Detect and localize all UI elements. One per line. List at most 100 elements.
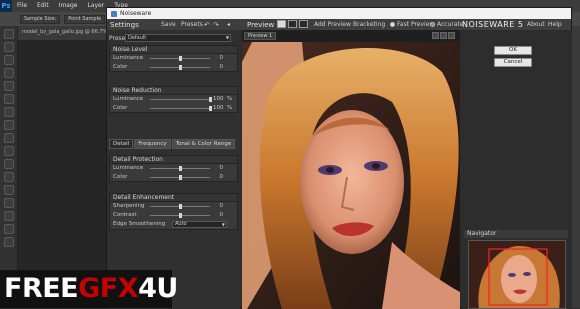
slider-value[interactable]: 100 [213, 105, 224, 111]
split-view-icon[interactable] [288, 20, 297, 28]
help-link[interactable]: Help [548, 21, 562, 28]
eraser-tool-icon[interactable] [4, 159, 14, 169]
preset-row: Preset Default ▼ [109, 34, 238, 42]
undo-icon[interactable]: ↶ [204, 21, 210, 29]
single-view-icon[interactable] [277, 20, 286, 28]
noiseware-header: Settings Save Presets ↶ ↷ ◂ Preview Add … [107, 19, 571, 30]
maximize-icon[interactable] [440, 32, 447, 39]
slider-label: Color [113, 105, 128, 111]
quick-select-tool-icon[interactable] [4, 68, 14, 78]
slider-value[interactable]: 0 [213, 165, 224, 171]
document-tab[interactable]: model_by_gala_gallo.jpg @ 66.7% (R [22, 29, 114, 35]
slider-track[interactable] [150, 106, 212, 111]
ok-button[interactable]: OK [494, 46, 532, 55]
slider-value[interactable]: 0 [213, 174, 224, 180]
slider-label: Color [113, 64, 128, 70]
tab-detail[interactable]: Detail [109, 139, 134, 149]
contrast-row: Contrast 0 [110, 211, 237, 220]
edge-smoothening-value: Auto [175, 221, 187, 227]
path-select-tool-icon[interactable] [4, 237, 14, 247]
slider-track[interactable] [150, 204, 210, 209]
sample-size-select[interactable]: Point Sample [64, 14, 106, 24]
minimize-icon[interactable] [432, 32, 439, 39]
close-icon[interactable] [448, 32, 455, 39]
redo-icon[interactable]: ↷ [213, 21, 219, 29]
photoshop-canvas [18, 40, 106, 276]
navigator-title: Navigator [464, 230, 568, 238]
marquee-tool-icon[interactable] [4, 42, 14, 52]
slider-value[interactable]: 0 [213, 55, 224, 61]
pen-tool-icon[interactable] [4, 211, 14, 221]
dialog-title: Noiseware [120, 10, 152, 17]
stamp-tool-icon[interactable] [4, 133, 14, 143]
type-tool-icon[interactable] [4, 224, 14, 234]
portrait-photo [242, 42, 460, 309]
watermark-free: FREE [4, 273, 79, 304]
dodge-tool-icon[interactable] [4, 198, 14, 208]
move-tool-icon[interactable] [4, 29, 14, 39]
gradient-tool-icon[interactable] [4, 172, 14, 182]
fast-preview-radio[interactable] [390, 22, 395, 27]
navigator-photo [469, 241, 565, 308]
cancel-button[interactable]: Cancel [494, 58, 532, 67]
watermark-gfx: GFX [78, 273, 139, 304]
edge-smoothening-row: Edge Smoothening Auto ▼ [110, 220, 237, 229]
slider-track[interactable] [150, 166, 210, 171]
save-button[interactable]: Save [161, 21, 176, 28]
navigator-thumbnail[interactable] [468, 240, 566, 309]
slider-value[interactable]: 0 [213, 64, 224, 70]
slider-value[interactable]: 0 [213, 203, 224, 209]
edge-smoothening-select[interactable]: Auto ▼ [172, 221, 227, 228]
slider-track[interactable] [150, 56, 210, 61]
slider-value[interactable]: 100 [213, 96, 224, 102]
blur-tool-icon[interactable] [4, 185, 14, 195]
slider-thumb[interactable] [179, 204, 182, 209]
slider-value[interactable]: 0 [213, 212, 224, 218]
slider-thumb[interactable] [209, 106, 212, 111]
sample-size-label: Sample Size: [20, 14, 61, 24]
healing-tool-icon[interactable] [4, 107, 14, 117]
tab-tonal-color-range[interactable]: Tonal & Color Range [171, 139, 236, 149]
slider-thumb[interactable] [209, 97, 212, 102]
side-by-side-view-icon[interactable] [299, 20, 308, 28]
preset-select[interactable]: Default ▼ [125, 34, 231, 42]
noise-reduction-color-row: Color 100 % [110, 104, 237, 113]
slider-thumb[interactable] [179, 213, 182, 218]
detail-enhancement-group: Detail Enhancement Sharpening 0 Contrast… [109, 193, 238, 230]
preview-photo[interactable] [242, 42, 460, 309]
bracketing-button[interactable]: Bracketing [353, 21, 385, 28]
slider-thumb[interactable] [179, 166, 182, 171]
noise-reduction-title: Noise Reduction [110, 87, 237, 95]
lasso-tool-icon[interactable] [4, 55, 14, 65]
photoshop-logo: Ps [0, 0, 12, 12]
noise-level-group: Noise Level Luminance 0 Color 0 [109, 45, 238, 72]
slider-track[interactable] [150, 97, 212, 102]
slider-track[interactable] [150, 213, 210, 218]
menu-image[interactable]: Image [54, 0, 83, 12]
slider-track[interactable] [150, 65, 210, 70]
accurate-radio[interactable] [430, 22, 435, 27]
about-link[interactable]: About [527, 21, 545, 28]
presets-button[interactable]: Presets [181, 21, 203, 28]
tab-frequency[interactable]: Frequency [134, 139, 171, 149]
settings-panel: Preset Default ▼ Noise Level Luminance 0… [107, 30, 240, 309]
history-brush-tool-icon[interactable] [4, 146, 14, 156]
preview-tab[interactable]: Preview 1 [244, 32, 277, 40]
chevron-down-icon: ▼ [225, 35, 229, 40]
slider-thumb[interactable] [179, 56, 182, 61]
brush-tool-icon[interactable] [4, 120, 14, 130]
eyedropper-tool-icon[interactable] [4, 94, 14, 104]
slider-track[interactable] [150, 175, 210, 180]
slider-thumb[interactable] [179, 65, 182, 70]
menu-file[interactable]: File [12, 0, 32, 12]
collapse-panel-icon[interactable]: ◂ [227, 21, 230, 28]
menu-edit[interactable]: Edit [32, 0, 54, 12]
watermark-logo: FREEGFX4U [4, 274, 178, 304]
add-preview-button[interactable]: Add Preview [314, 21, 351, 28]
preset-label: Preset [109, 34, 128, 42]
slider-label: Luminance [113, 96, 144, 102]
crop-tool-icon[interactable] [4, 81, 14, 91]
slider-thumb[interactable] [179, 175, 182, 180]
slider-label: Sharpening [113, 203, 145, 209]
detail-enhancement-title: Detail Enhancement [110, 194, 237, 202]
